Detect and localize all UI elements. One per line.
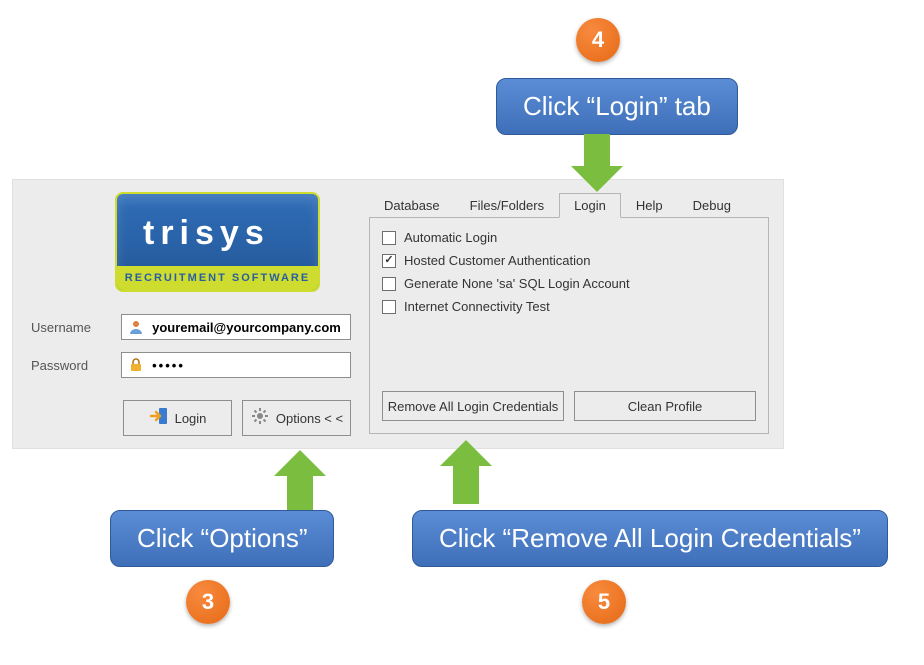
password-label: Password xyxy=(31,358,121,373)
checkbox-automatic-login-label: Automatic Login xyxy=(404,230,497,245)
step4-callout: Click “Login” tab xyxy=(496,78,738,135)
tab-buttons: Remove All Login Credentials Clean Profi… xyxy=(382,391,756,421)
step5-badge-num: 5 xyxy=(598,589,610,615)
clean-profile-button[interactable]: Clean Profile xyxy=(574,391,756,421)
username-field[interactable] xyxy=(121,314,351,340)
checkbox-row-none-sa: Generate None 'sa' SQL Login Account xyxy=(382,276,756,291)
left-pane: trisys RECRUITMENT SOFTWARE Username Pas… xyxy=(31,192,351,436)
tab-files-folders[interactable]: Files/Folders xyxy=(455,193,559,218)
login-button-row: Login Options < < xyxy=(123,400,351,436)
logo-brand: trisys xyxy=(143,214,270,253)
step3-badge-num: 3 xyxy=(202,589,214,615)
login-button-label: Login xyxy=(175,411,207,426)
login-dialog: trisys RECRUITMENT SOFTWARE Username Pas… xyxy=(12,179,784,449)
tab-login[interactable]: Login xyxy=(559,193,621,218)
username-row: Username xyxy=(31,314,351,340)
options-button[interactable]: Options < < xyxy=(242,400,351,436)
username-input[interactable] xyxy=(150,319,344,336)
lock-icon xyxy=(128,356,144,374)
step5-callout: Click “Remove All Login Credentials” xyxy=(412,510,888,567)
options-pane: Database Files/Folders Login Help Debug … xyxy=(369,192,769,434)
checkbox-nettest-label: Internet Connectivity Test xyxy=(404,299,550,314)
checkbox-nettest[interactable] xyxy=(382,300,396,314)
login-arrow-icon xyxy=(149,406,169,431)
step5-badge: 5 xyxy=(582,580,626,624)
tab-debug[interactable]: Debug xyxy=(678,193,746,218)
tab-database[interactable]: Database xyxy=(369,193,455,218)
checkbox-row-automatic-login: Automatic Login xyxy=(382,230,756,245)
gear-icon xyxy=(250,406,270,431)
checkbox-row-nettest: Internet Connectivity Test xyxy=(382,299,756,314)
options-button-label: Options < < xyxy=(276,411,343,426)
user-icon xyxy=(128,318,144,336)
step3-callout: Click “Options” xyxy=(110,510,334,567)
password-row: Password xyxy=(31,352,351,378)
step3-badge: 3 xyxy=(186,580,230,624)
checkbox-none-sa[interactable] xyxy=(382,277,396,291)
remove-credentials-button[interactable]: Remove All Login Credentials xyxy=(382,391,564,421)
login-button[interactable]: Login xyxy=(123,400,232,436)
step4-badge: 4 xyxy=(576,18,620,62)
tab-login-body: Automatic Login Hosted Customer Authenti… xyxy=(369,218,769,434)
checkbox-none-sa-label: Generate None 'sa' SQL Login Account xyxy=(404,276,630,291)
checkbox-automatic-login[interactable] xyxy=(382,231,396,245)
logo-subtitle: RECRUITMENT SOFTWARE xyxy=(117,266,318,290)
tabstrip: Database Files/Folders Login Help Debug xyxy=(369,192,769,218)
trisys-logo: trisys RECRUITMENT SOFTWARE xyxy=(115,192,320,292)
tab-help[interactable]: Help xyxy=(621,193,678,218)
username-label: Username xyxy=(31,320,121,335)
password-input[interactable] xyxy=(150,357,344,374)
step4-callout-text: Click “Login” tab xyxy=(523,91,711,121)
checkbox-row-hosted-auth: Hosted Customer Authentication xyxy=(382,253,756,268)
step4-badge-num: 4 xyxy=(592,27,604,53)
step5-callout-text: Click “Remove All Login Credentials” xyxy=(439,523,861,553)
step3-callout-text: Click “Options” xyxy=(137,523,307,553)
checkbox-hosted-auth[interactable] xyxy=(382,254,396,268)
password-field[interactable] xyxy=(121,352,351,378)
checkbox-hosted-auth-label: Hosted Customer Authentication xyxy=(404,253,590,268)
